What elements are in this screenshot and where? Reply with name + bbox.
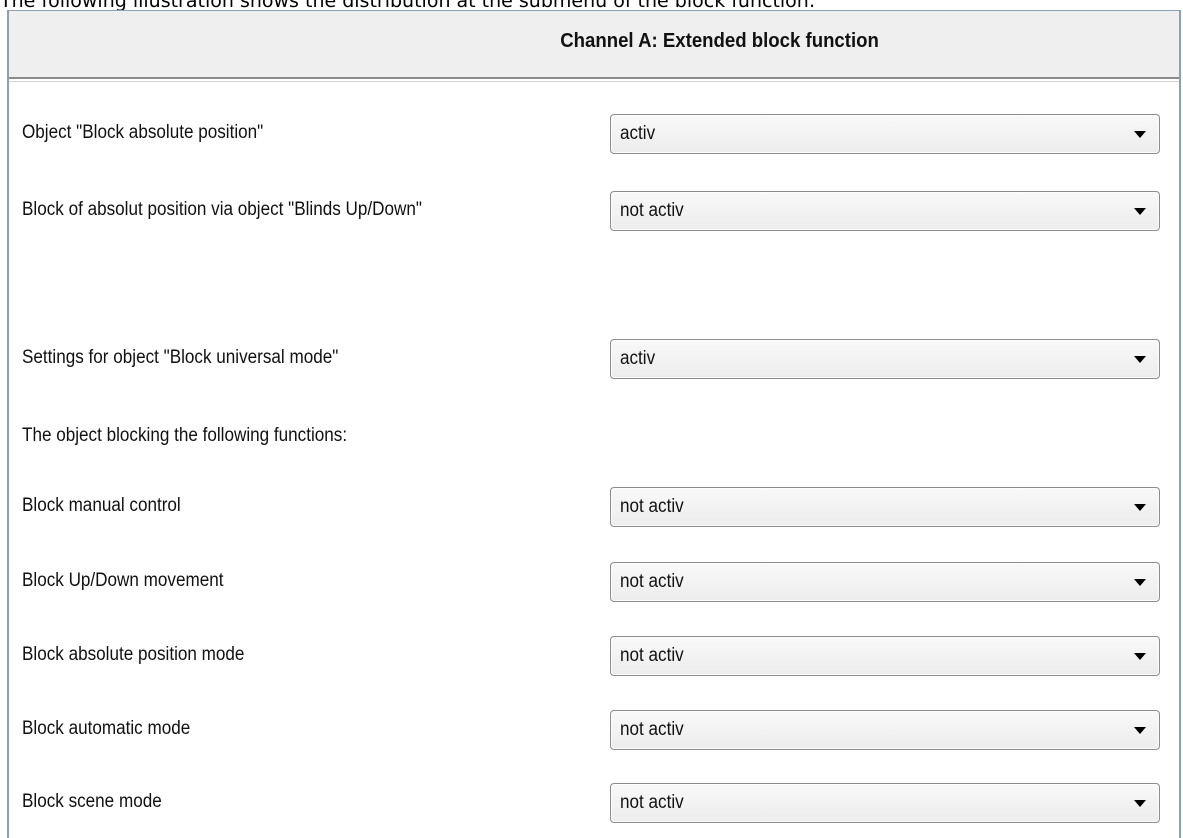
- chevron-down-icon: [1134, 727, 1146, 734]
- param-row-block-absolute-position-mode: Block absolute position mode not activ: [9, 636, 1179, 676]
- select-value: activ: [620, 348, 656, 369]
- param-label: Block manual control: [22, 495, 181, 516]
- param-label: Block scene mode: [22, 791, 162, 812]
- param-label: Block Up/Down movement: [22, 570, 224, 591]
- param-row-block-scene-mode: Block scene mode not activ: [9, 783, 1179, 823]
- select-value: not activ: [620, 645, 684, 666]
- block-via-blinds-updown-select[interactable]: not activ: [610, 191, 1160, 231]
- param-row-block-updown-movement: Block Up/Down movement not activ: [9, 562, 1179, 602]
- block-automatic-mode-select[interactable]: not activ: [610, 710, 1160, 750]
- param-row-block-absolute-position: Object "Block absolute position" activ: [9, 114, 1179, 154]
- chevron-down-icon: [1134, 653, 1146, 660]
- block-manual-control-select[interactable]: not activ: [610, 487, 1160, 527]
- header-divider: [9, 81, 1179, 82]
- param-label: Settings for object "Block universal mod…: [22, 347, 339, 368]
- dialog-header: Channel A: Extended block function: [9, 11, 1179, 79]
- chevron-down-icon: [1134, 800, 1146, 807]
- select-value: not activ: [620, 571, 684, 592]
- chevron-down-icon: [1134, 579, 1146, 586]
- select-value: activ: [620, 123, 656, 144]
- select-value: not activ: [620, 719, 684, 740]
- chevron-down-icon: [1134, 504, 1146, 511]
- chevron-down-icon: [1134, 208, 1146, 215]
- section-heading: The object blocking the following functi…: [22, 425, 348, 446]
- param-row-block-manual-control: Block manual control not activ: [9, 487, 1179, 527]
- select-value: not activ: [620, 496, 684, 517]
- select-value: not activ: [620, 200, 684, 221]
- param-label: Object "Block absolute position": [22, 122, 264, 143]
- parameter-dialog: Channel A: Extended block function Objec…: [7, 10, 1181, 838]
- param-row-block-via-blinds-updown: Block of absolut position via object "Bl…: [9, 191, 1179, 231]
- block-scene-mode-select[interactable]: not activ: [610, 783, 1160, 823]
- param-row-block-automatic-mode: Block automatic mode not activ: [9, 710, 1179, 750]
- section-heading-row: The object blocking the following functi…: [9, 417, 1179, 457]
- chevron-down-icon: [1134, 356, 1146, 363]
- block-absolute-position-mode-select[interactable]: not activ: [610, 636, 1160, 676]
- param-label: Block absolute position mode: [22, 644, 245, 665]
- param-label: Block of absolut position via object "Bl…: [22, 199, 422, 220]
- chevron-down-icon: [1134, 131, 1146, 138]
- select-value: not activ: [620, 792, 684, 813]
- dialog-title: Channel A: Extended block function: [560, 30, 879, 52]
- block-absolute-position-select[interactable]: activ: [610, 114, 1160, 154]
- block-updown-movement-select[interactable]: not activ: [610, 562, 1160, 602]
- param-row-block-universal-mode: Settings for object "Block universal mod…: [9, 339, 1179, 379]
- param-label: Block automatic mode: [22, 718, 191, 739]
- block-universal-mode-select[interactable]: activ: [610, 339, 1160, 379]
